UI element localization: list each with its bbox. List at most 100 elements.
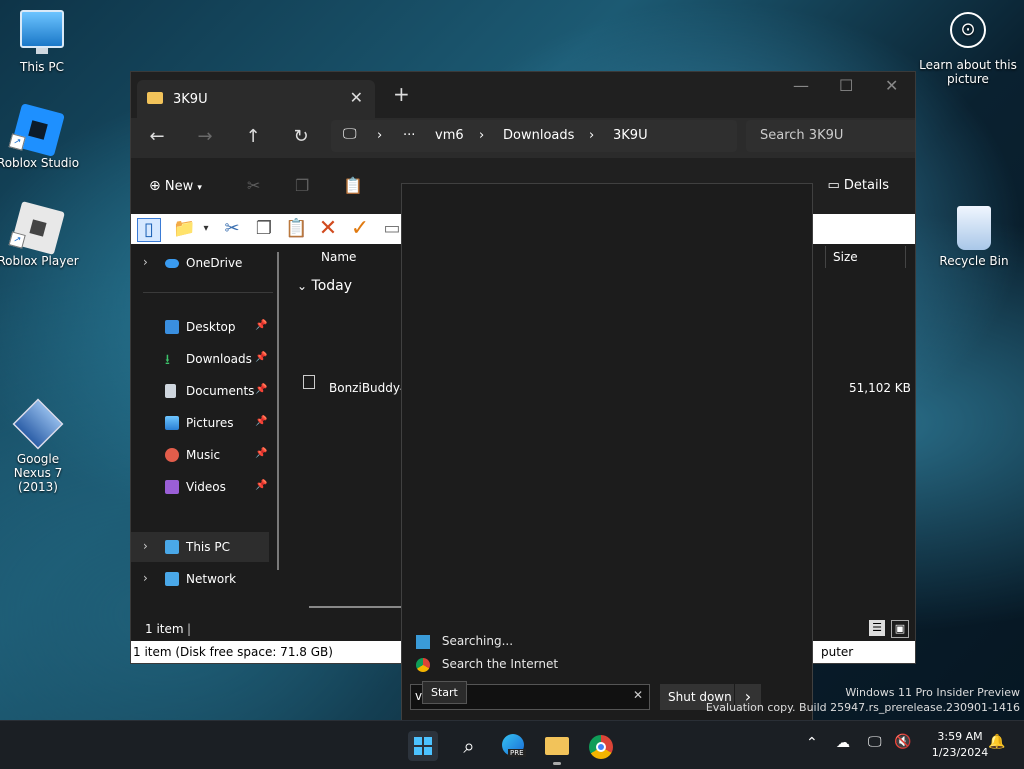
folder-icon bbox=[545, 737, 569, 755]
desktop-icon-label: This PC bbox=[20, 60, 64, 74]
show-hidden-icons-button[interactable]: ⌃ bbox=[806, 735, 818, 751]
edge-preview-button[interactable]: PRE bbox=[498, 731, 528, 761]
refresh-button[interactable]: ↻ bbox=[289, 126, 313, 147]
group-label: Today bbox=[311, 278, 353, 294]
display-icon[interactable]: 🖵 bbox=[868, 734, 882, 750]
nav-documents[interactable]: Documents 📌 bbox=[131, 376, 269, 406]
desktop-icon-roblox-player[interactable]: ↗ Roblox Player bbox=[0, 201, 80, 268]
network-icon bbox=[165, 572, 179, 586]
desktop-icon-this-pc[interactable]: This PC bbox=[0, 10, 84, 74]
camera-icon: ⊙ bbox=[950, 12, 986, 48]
monitor-icon bbox=[20, 10, 64, 54]
nav-scrollbar[interactable] bbox=[277, 252, 279, 570]
new-button[interactable]: ⊕ New ▾ bbox=[149, 178, 202, 194]
breadcrumb-3k9u[interactable]: 3K9U bbox=[613, 128, 648, 143]
file-explorer-taskbar-button[interactable] bbox=[542, 731, 572, 765]
chevron-right-icon: › bbox=[143, 539, 148, 553]
desktop-icon-google-nexus[interactable]: Google Nexus 7 (2013) bbox=[0, 398, 80, 494]
search-placeholder: Search 3K9U bbox=[760, 128, 844, 143]
copy-icon[interactable]: ❐ bbox=[253, 218, 275, 240]
search-internet-row[interactable]: Search the Internet bbox=[416, 657, 558, 672]
paste-icon[interactable]: 📋 bbox=[285, 218, 307, 240]
new-tab-button[interactable]: + bbox=[393, 82, 410, 106]
delete-icon[interactable]: ✕ bbox=[317, 218, 339, 240]
pin-icon[interactable]: 📌 bbox=[255, 448, 267, 459]
search-button[interactable]: ⌕ bbox=[454, 731, 484, 761]
breadcrumb-more[interactable]: ··· bbox=[403, 128, 415, 143]
paste-icon[interactable]: 📋 bbox=[343, 176, 363, 195]
watermark-line2: Evaluation copy. Build 25947.rs_prerelea… bbox=[705, 701, 1020, 714]
nav-onedrive[interactable]: › OneDrive bbox=[131, 248, 269, 278]
close-window-button[interactable]: ✕ bbox=[885, 76, 898, 95]
cut-icon[interactable]: ✂ bbox=[247, 176, 265, 195]
tiles-view-icon[interactable]: ▣ bbox=[891, 620, 909, 638]
group-header-today[interactable]: ⌄ Today bbox=[297, 278, 352, 294]
plus-circle-icon: ⊕ bbox=[149, 178, 161, 194]
nav-downloads[interactable]: ⭳ Downloads 📌 bbox=[131, 344, 269, 374]
nav-desktop[interactable]: Desktop 📌 bbox=[131, 312, 269, 342]
music-icon bbox=[165, 448, 179, 462]
nav-pictures[interactable]: Pictures 📌 bbox=[131, 408, 269, 438]
desktop-icon-label: Roblox Player bbox=[0, 254, 79, 268]
column-header-size[interactable]: Size bbox=[833, 250, 858, 264]
tab-title: 3K9U bbox=[173, 92, 208, 107]
pane-toggle-icon[interactable]: ▯ bbox=[137, 218, 161, 242]
desktop-icon-recycle-bin[interactable]: Recycle Bin bbox=[932, 206, 1016, 268]
nav-label: Network bbox=[186, 572, 237, 586]
search-status-row: Searching... bbox=[416, 634, 513, 649]
pin-icon[interactable]: 📌 bbox=[255, 352, 267, 363]
column-divider[interactable] bbox=[825, 246, 826, 268]
new-label: New bbox=[164, 179, 194, 194]
nav-music[interactable]: Music 📌 bbox=[131, 440, 269, 470]
desktop-icon-roblox-studio[interactable]: ↗ Roblox Studio bbox=[0, 103, 80, 170]
breadcrumb-downloads[interactable]: Downloads bbox=[503, 128, 574, 143]
learn-about-picture[interactable]: ⊙ Learn about this picture bbox=[918, 12, 1018, 86]
nav-this-pc[interactable]: › This PC bbox=[131, 532, 269, 562]
notification-bell-icon[interactable]: 🔔 bbox=[988, 734, 1005, 750]
folder-options-icon[interactable]: 📁 bbox=[173, 218, 195, 240]
checkmark-icon[interactable]: ✓ bbox=[349, 218, 371, 240]
nav-label: Desktop bbox=[186, 320, 236, 334]
nav-label: Videos bbox=[186, 480, 226, 494]
close-tab-icon[interactable]: ✕ bbox=[350, 88, 363, 107]
clear-search-icon[interactable]: ✕ bbox=[633, 688, 643, 702]
chrome-taskbar-button[interactable] bbox=[586, 731, 616, 761]
volume-muted-icon[interactable]: 🔇 bbox=[894, 734, 911, 750]
pin-icon[interactable]: 📌 bbox=[255, 480, 267, 491]
column-header-name[interactable]: Name bbox=[321, 250, 356, 264]
nav-network[interactable]: › Network bbox=[131, 564, 269, 594]
recycle-bin-icon bbox=[957, 206, 991, 250]
breadcrumb-vm6[interactable]: vm6 bbox=[435, 128, 464, 143]
pin-icon[interactable]: 📌 bbox=[255, 320, 267, 331]
forward-button[interactable]: → bbox=[193, 126, 217, 147]
cut-icon[interactable]: ✂ bbox=[221, 218, 243, 240]
column-divider[interactable] bbox=[905, 246, 906, 268]
rename-icon[interactable]: ▭ bbox=[381, 218, 403, 240]
minimize-button[interactable]: — bbox=[793, 76, 809, 95]
start-menu: Searching... Search the Internet v ✕ Sta… bbox=[401, 183, 813, 722]
status-divider: | bbox=[187, 622, 192, 636]
details-button[interactable]: ▭ Details bbox=[827, 178, 889, 193]
nav-label: This PC bbox=[186, 540, 230, 554]
desktop-icon bbox=[165, 320, 179, 334]
navigation-pane: › OneDrive Desktop 📌 ⭳ Downloads 📌 Docum… bbox=[131, 244, 279, 618]
edge-pre-badge: PRE bbox=[508, 749, 526, 757]
tab-3k9u[interactable]: 3K9U ✕ bbox=[137, 80, 375, 118]
nav-videos[interactable]: Videos 📌 bbox=[131, 472, 269, 502]
maximize-button[interactable]: ☐ bbox=[839, 76, 853, 95]
copy-icon[interactable]: ❐ bbox=[295, 176, 313, 195]
pin-icon[interactable]: 📌 bbox=[255, 416, 267, 427]
file-row[interactable] bbox=[303, 374, 315, 389]
back-button[interactable]: ← bbox=[145, 126, 169, 147]
pin-icon[interactable]: 📌 bbox=[255, 384, 267, 395]
up-button[interactable]: ↑ bbox=[241, 126, 265, 147]
download-icon: ⭳ bbox=[165, 352, 170, 368]
address-bar[interactable]: 🖵 › ··· vm6 › Downloads › 3K9U bbox=[331, 120, 737, 152]
start-button[interactable] bbox=[408, 731, 438, 761]
computer-icon bbox=[165, 540, 179, 554]
network-status-icon[interactable]: ☁ bbox=[836, 735, 850, 751]
search-box[interactable]: Search 3K9U bbox=[746, 120, 915, 152]
list-view-icon[interactable]: ☰ bbox=[869, 620, 885, 636]
dropdown-icon[interactable]: ▾ bbox=[201, 218, 211, 240]
shortcut-arrow-icon: ↗ bbox=[8, 133, 26, 151]
